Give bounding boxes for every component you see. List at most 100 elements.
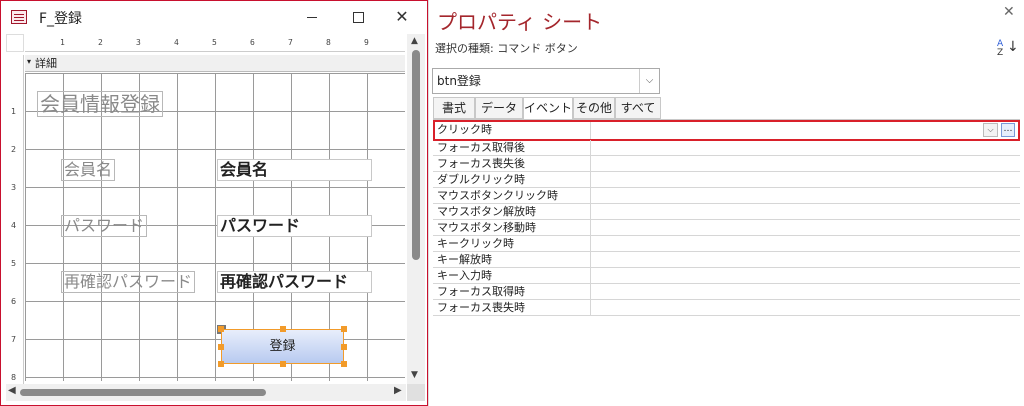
member-name-field[interactable]: 会員名 [217, 159, 372, 181]
tab-other[interactable]: その他 [573, 97, 615, 119]
minimize-icon [307, 17, 317, 18]
design-grid[interactable]: 会員情報登録 会員名 会員名 パスワード パスワード 再確認パスワード 再確認パ… [25, 73, 405, 381]
form-titlebar: F_登録 ✕ [1, 1, 427, 33]
property-name: フォーカス喪失時 [433, 300, 591, 315]
property-name: マウスボタン移動時 [433, 220, 591, 235]
property-row[interactable]: キー解放時 [433, 252, 1020, 268]
builder-button[interactable]: … [1001, 123, 1015, 137]
resize-handle[interactable] [341, 361, 347, 367]
property-value-field[interactable]: ⌵ … [592, 120, 1020, 139]
resize-handle[interactable] [280, 326, 286, 332]
property-row[interactable]: マウスボタンクリック時 [433, 188, 1020, 204]
property-value-field[interactable] [592, 156, 1020, 171]
chevron-down-icon[interactable]: ⌵ [639, 69, 659, 93]
property-grid: クリック時 ⌵ … フォーカス取得後 フォーカス喪失後 ダブルクリック時 マウス… [433, 119, 1020, 316]
property-row[interactable]: ダブルクリック時 [433, 172, 1020, 188]
resize-handle[interactable] [218, 326, 224, 332]
form-title: F_登録 [39, 11, 83, 27]
tab-data[interactable]: データ [475, 97, 523, 119]
ruler-mark: 8 [11, 373, 17, 382]
property-value-field[interactable] [592, 300, 1020, 315]
resize-handle[interactable] [280, 361, 286, 367]
property-name: マウスボタンクリック時 [433, 188, 591, 203]
property-row[interactable]: フォーカス喪失後 [433, 156, 1020, 172]
tab-event[interactable]: イベント [523, 97, 573, 120]
property-value-field[interactable] [592, 252, 1020, 267]
member-name-label[interactable]: 会員名 [61, 159, 116, 181]
sort-icon[interactable]: A Z ↓ [997, 40, 1019, 62]
property-row[interactable]: フォーカス喪失時 [433, 300, 1020, 316]
property-name: キー解放時 [433, 252, 591, 267]
chevron-down-icon[interactable]: ⌵ [983, 123, 998, 137]
property-name: クリック時 [433, 120, 591, 139]
scroll-corner [407, 384, 425, 401]
scroll-right-icon[interactable]: ▶ [394, 385, 402, 396]
vertical-ruler[interactable]: 1 2 3 4 5 6 7 8 [6, 55, 24, 385]
property-name: フォーカス取得後 [433, 140, 591, 155]
property-row[interactable]: マウスボタン解放時 [433, 204, 1020, 220]
detail-section-header[interactable]: 詳細 [25, 53, 405, 72]
close-button[interactable]: ✕ [379, 1, 425, 33]
resize-handle[interactable] [218, 361, 224, 367]
password-field[interactable]: パスワード [217, 215, 372, 237]
property-value-field[interactable] [592, 188, 1020, 203]
scroll-down-icon[interactable]: ▼ [411, 370, 418, 380]
close-icon[interactable]: ✕ [1003, 4, 1015, 20]
property-value-field[interactable] [592, 284, 1020, 299]
selection-type-label: 選択の種類: コマンド ボタン [435, 42, 578, 55]
close-icon: ✕ [395, 7, 409, 26]
property-name: マウスボタン解放時 [433, 204, 591, 219]
ruler-mark: 8 [326, 38, 331, 47]
form-icon [11, 10, 27, 24]
minimize-button[interactable] [289, 1, 335, 33]
ruler-mark: 2 [98, 38, 103, 47]
property-row[interactable]: マウスボタン移動時 [433, 220, 1020, 236]
property-value-field[interactable] [592, 204, 1020, 219]
horizontal-scroll-thumb[interactable] [20, 389, 266, 396]
property-name: キークリック時 [433, 236, 591, 251]
property-value-field[interactable] [592, 236, 1020, 251]
property-row[interactable]: キークリック時 [433, 236, 1020, 252]
property-value-field[interactable] [592, 172, 1020, 187]
property-name: フォーカス取得時 [433, 284, 591, 299]
register-button[interactable]: 登録 [221, 329, 344, 364]
property-value-field[interactable] [592, 140, 1020, 155]
property-value-field[interactable] [592, 220, 1020, 235]
vertical-scroll-thumb[interactable] [412, 50, 420, 260]
property-sheet-panel: プロパティ シート ✕ 選択の種類: コマンド ボタン A Z ↓ btn登録 ⌵ … [428, 0, 1024, 406]
maximize-button[interactable] [335, 1, 381, 33]
ruler-mark: 7 [11, 335, 17, 344]
scroll-left-icon[interactable]: ◀ [8, 385, 16, 396]
maximize-icon [352, 12, 364, 23]
horizontal-scrollbar[interactable]: ◀ ▶ [6, 384, 406, 401]
object-select-dropdown[interactable]: btn登録 ⌵ [432, 68, 660, 94]
ruler-mark: 5 [212, 38, 217, 47]
property-name: ダブルクリック時 [433, 172, 591, 187]
property-sheet-title: プロパティ シート [437, 10, 603, 34]
ruler-mark: 3 [11, 183, 17, 192]
tab-all[interactable]: すべて [615, 97, 661, 119]
ruler-mark: 5 [11, 259, 17, 268]
property-row[interactable]: フォーカス取得時 [433, 284, 1020, 300]
property-row-on-click[interactable]: クリック時 ⌵ … [433, 120, 1020, 141]
password-label[interactable]: パスワード [61, 215, 148, 237]
ruler-corner-select[interactable] [6, 34, 24, 52]
property-row[interactable]: フォーカス取得後 [433, 140, 1020, 156]
vertical-scrollbar[interactable]: ▲ ▼ [407, 34, 425, 384]
scroll-up-icon[interactable]: ▲ [411, 36, 418, 46]
confirm-password-label[interactable]: 再確認パスワード [61, 271, 196, 293]
property-value-field[interactable] [592, 268, 1020, 283]
confirm-password-field[interactable]: 再確認パスワード [217, 271, 372, 293]
horizontal-ruler[interactable]: 1 2 3 4 5 6 7 8 9 [25, 34, 405, 52]
resize-handle[interactable] [341, 326, 347, 332]
ruler-mark: 6 [250, 38, 255, 47]
resize-handle[interactable] [341, 344, 347, 350]
tab-format[interactable]: 書式 [433, 97, 475, 119]
title-label[interactable]: 会員情報登録 [37, 91, 163, 117]
ruler-mark: 1 [60, 38, 65, 47]
resize-handle[interactable] [218, 344, 224, 350]
ruler-mark: 6 [11, 297, 17, 306]
selected-object-value: btn登録 [437, 74, 481, 88]
property-row[interactable]: キー入力時 [433, 268, 1020, 284]
ruler-mark: 9 [364, 38, 369, 47]
